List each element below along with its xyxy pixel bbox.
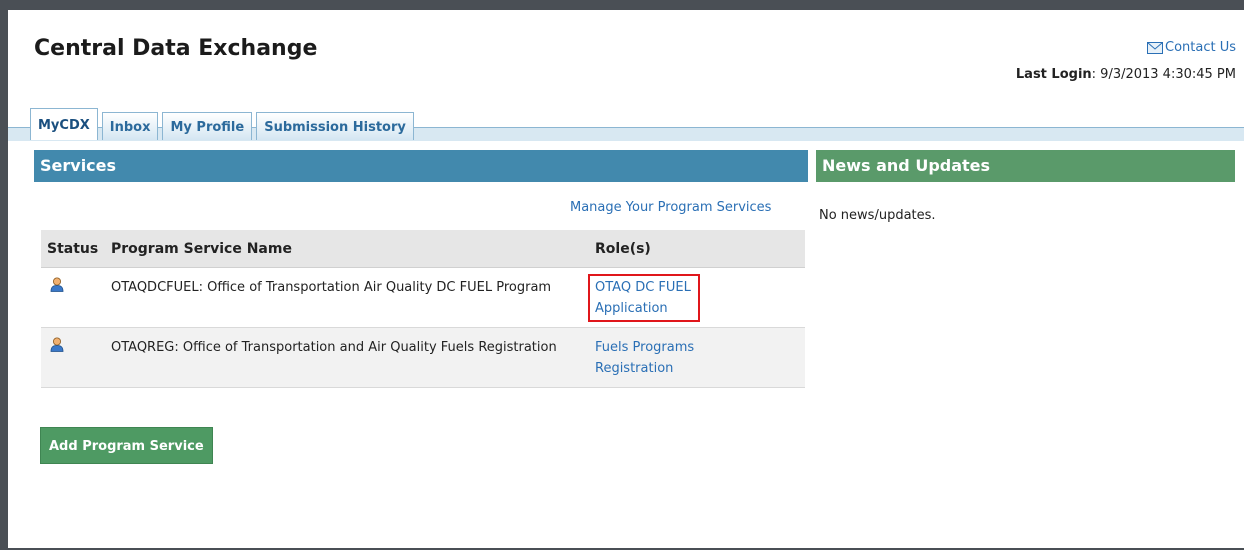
add-program-service-button[interactable]: Add Program Service — [40, 427, 213, 464]
column-header-roles: Role(s) — [589, 230, 805, 268]
table-row: OTAQREG: Office of Transportation and Ai… — [41, 327, 805, 388]
role-line-1: OTAQ DC FUEL — [595, 280, 691, 295]
role-link-fuels-programs[interactable]: Fuels Programs Registration — [595, 337, 694, 379]
table-header-row: Status Program Service Name Role(s) — [41, 230, 805, 268]
column-header-status: Status — [41, 230, 105, 268]
last-login: Last Login: 9/3/2013 4:30:45 PM — [1016, 67, 1236, 82]
role-cell: OTAQ DC FUEL Application — [588, 267, 805, 328]
role-line-1: Fuels Programs — [595, 340, 695, 355]
last-login-value: : 9/3/2013 4:30:45 PM — [1091, 67, 1236, 82]
program-name-cell: OTAQDCFUEL: Office of Transportation Air… — [105, 267, 589, 328]
tab-submission-history[interactable]: Submission History — [256, 112, 414, 140]
role-cell: Fuels Programs Registration — [589, 327, 805, 388]
last-login-label: Last Login — [1015, 67, 1092, 82]
user-icon — [50, 337, 64, 352]
manage-services-link[interactable]: Manage Your Program Services — [570, 200, 771, 215]
news-header: News and Updates — [816, 150, 1235, 182]
contact-us-label: Contact Us — [1165, 40, 1236, 55]
tab-bar: MyCDX Inbox My Profile Submission Histor… — [30, 100, 414, 140]
user-icon — [50, 277, 64, 292]
tab-my-profile[interactable]: My Profile — [162, 112, 253, 140]
news-empty-text: No news/updates. — [819, 208, 936, 223]
page-title: Central Data Exchange — [34, 36, 318, 61]
tab-mycdx[interactable]: MyCDX — [30, 108, 98, 140]
tab-inbox[interactable]: Inbox — [101, 112, 159, 140]
role-link-otaq-dc-fuel[interactable]: OTAQ DC FUEL Application — [588, 274, 700, 322]
status-cell — [41, 327, 105, 388]
program-name-cell: OTAQREG: Office of Transportation and Ai… — [105, 327, 589, 388]
role-line-2: Registration — [595, 361, 674, 376]
services-header: Services — [34, 150, 808, 182]
status-cell — [41, 267, 105, 328]
column-header-name: Program Service Name — [105, 230, 589, 268]
envelope-icon — [1147, 41, 1163, 54]
contact-us-link[interactable]: Contact Us — [1147, 40, 1236, 55]
page-frame: Central Data Exchange Contact Us Last Lo… — [8, 10, 1244, 548]
services-table: Status Program Service Name Role(s) OTAQ… — [41, 230, 805, 388]
table-row: OTAQDCFUEL: Office of Transportation Air… — [41, 267, 805, 328]
role-line-2: Application — [595, 301, 668, 316]
